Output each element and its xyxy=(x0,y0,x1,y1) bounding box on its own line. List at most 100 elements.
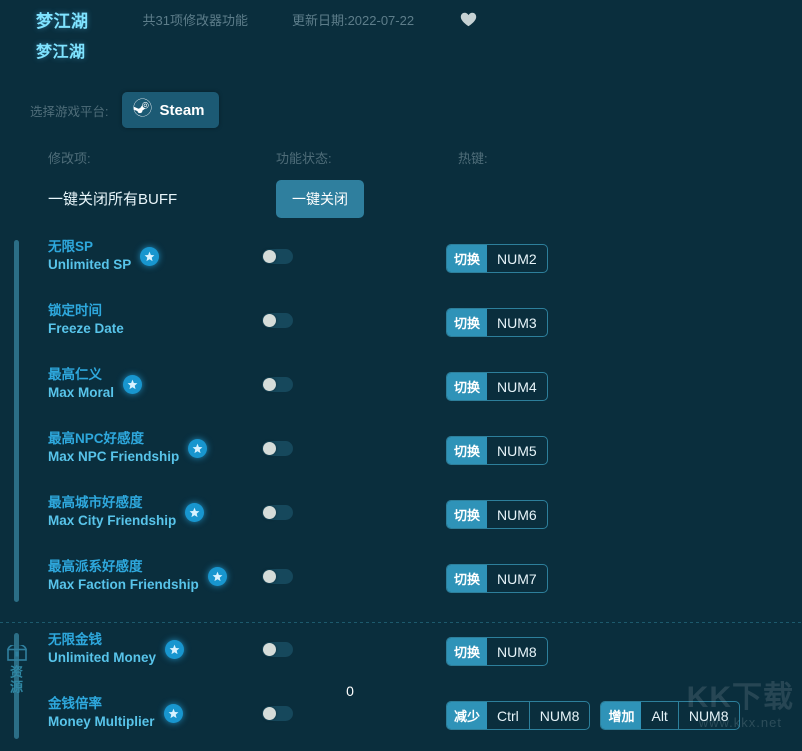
cheat-section: 无限SPUnlimited SP切换NUM2锁定时间Freeze Date切换N… xyxy=(0,230,802,614)
hotkey-group[interactable]: 切换NUM4 xyxy=(446,372,548,401)
hotkey-group[interactable]: 增加AltNUM8 xyxy=(600,701,739,730)
cheat-name-en: Max City Friendship xyxy=(48,512,176,530)
cheat-name-en: Max Moral xyxy=(48,384,114,402)
cheat-name-cn: 最高NPC好感度 xyxy=(48,430,179,448)
steam-icon xyxy=(133,98,152,122)
cheat-name-group: 无限SPUnlimited SP xyxy=(48,238,159,274)
hotkey-action-label[interactable]: 减少 xyxy=(447,702,487,729)
cheat-name-block: 金钱倍率Money Multiplier xyxy=(48,695,155,731)
cheat-name-en: Max NPC Friendship xyxy=(48,448,179,466)
cheat-row: 最高城市好感度Max City Friendship 切换NUM6 xyxy=(0,486,802,550)
game-title-sub: 梦江湖 xyxy=(36,44,86,61)
hotkey-group-list: 切换NUM5 xyxy=(446,436,548,465)
column-header-status: 功能状态: xyxy=(276,148,332,167)
cheat-toggle[interactable] xyxy=(262,569,293,584)
hotkey-action-label[interactable]: 切换 xyxy=(447,501,487,528)
hotkey-key[interactable]: NUM8 xyxy=(487,638,547,665)
column-header-modify: 修改项: xyxy=(48,148,91,167)
cheat-toggle[interactable] xyxy=(262,706,293,721)
hotkey-key[interactable]: Ctrl xyxy=(487,702,529,729)
update-date-text: 更新日期:2022-07-22 xyxy=(292,10,414,29)
hotkey-group-list: 切换NUM6 xyxy=(446,500,548,529)
hotkey-key[interactable]: NUM3 xyxy=(487,309,547,336)
onekey-close-button[interactable]: 一键关闭 xyxy=(276,180,364,218)
cheat-toggle[interactable] xyxy=(262,377,293,392)
hotkey-action-label[interactable]: 切换 xyxy=(447,565,487,592)
cheat-name-block: 最高NPC好感度Max NPC Friendship xyxy=(48,430,179,466)
column-header-hotkey: 热键: xyxy=(458,148,488,167)
cheat-toggle[interactable] xyxy=(262,642,293,657)
cheat-section: 资源无限金钱Unlimited Money切换NUM8金钱倍率Money Mul… xyxy=(0,623,802,751)
cheat-row: 最高派系好感度Max Faction Friendship 切换NUM7 xyxy=(0,550,802,614)
hotkey-group[interactable]: 切换NUM6 xyxy=(446,500,548,529)
subtitle-row: 梦江湖 xyxy=(0,38,802,64)
hotkey-key[interactable]: Alt xyxy=(641,702,677,729)
hotkey-key[interactable]: NUM5 xyxy=(487,437,547,464)
hotkey-group[interactable]: 切换NUM7 xyxy=(446,564,548,593)
cheat-name-block: 最高派系好感度Max Faction Friendship xyxy=(48,558,199,594)
onekey-close-label: 一键关闭所有BUFF xyxy=(48,188,177,209)
cheat-row: 无限金钱Unlimited Money 切换NUM8 xyxy=(0,623,802,687)
cheat-name-group: 锁定时间Freeze Date xyxy=(48,302,124,338)
cheat-name-en: Money Multiplier xyxy=(48,713,155,731)
cheat-toggle[interactable] xyxy=(262,441,293,456)
hotkey-key[interactable]: NUM7 xyxy=(487,565,547,592)
hotkey-group-list: 切换NUM4 xyxy=(446,372,548,401)
feature-count-text: 共31项修改器功能 xyxy=(143,10,248,29)
hotkey-action-label[interactable]: 切换 xyxy=(447,437,487,464)
hotkey-key[interactable]: NUM8 xyxy=(529,702,590,729)
cheat-row: 锁定时间Freeze Date 切换NUM3 xyxy=(0,294,802,358)
app-header: 梦江湖 共31项修改器功能 更新日期:2022-07-22 xyxy=(0,0,802,38)
cheat-name-group: 最高城市好感度Max City Friendship xyxy=(48,494,204,530)
cheat-toggle[interactable] xyxy=(262,313,293,328)
hotkey-group[interactable]: 减少CtrlNUM8 xyxy=(446,701,590,730)
onekey-close-row: 一键关闭所有BUFF 一键关闭 xyxy=(0,178,802,230)
hotkey-action-label[interactable]: 增加 xyxy=(601,702,641,729)
platform-label: 选择游戏平台: xyxy=(30,101,108,120)
cheat-name-cn: 金钱倍率 xyxy=(48,695,155,713)
hotkey-group-list: 减少CtrlNUM8增加AltNUM8 xyxy=(446,701,740,730)
cheat-name-cn: 最高城市好感度 xyxy=(48,494,176,512)
star-icon xyxy=(185,503,204,522)
cheat-name-cn: 锁定时间 xyxy=(48,302,124,320)
hotkey-group[interactable]: 切换NUM3 xyxy=(446,308,548,337)
cheat-value: 0 xyxy=(330,683,370,699)
hotkey-key[interactable]: NUM6 xyxy=(487,501,547,528)
cheat-name-block: 最高仁义Max Moral xyxy=(48,366,114,402)
hotkey-key[interactable]: NUM4 xyxy=(487,373,547,400)
star-icon xyxy=(208,567,227,586)
cheat-row: 最高NPC好感度Max NPC Friendship 切换NUM5 xyxy=(0,422,802,486)
hotkey-group-list: 切换NUM2 xyxy=(446,244,548,273)
cheat-name-en: Freeze Date xyxy=(48,320,124,338)
cheat-name-block: 无限SPUnlimited SP xyxy=(48,238,131,274)
hotkey-action-label[interactable]: 切换 xyxy=(447,638,487,665)
cheat-row: 最高仁义Max Moral 切换NUM4 xyxy=(0,358,802,422)
hotkey-action-label[interactable]: 切换 xyxy=(447,245,487,272)
cheat-name-group: 无限金钱Unlimited Money xyxy=(48,631,184,667)
heart-icon[interactable] xyxy=(460,12,477,27)
platform-steam-button[interactable]: Steam xyxy=(122,92,218,128)
cheat-toggle[interactable] xyxy=(262,249,293,264)
hotkey-group-list: 切换NUM8 xyxy=(446,637,548,666)
cheat-toggle[interactable] xyxy=(262,505,293,520)
cheat-name-group: 最高派系好感度Max Faction Friendship xyxy=(48,558,227,594)
cheat-name-en: Unlimited SP xyxy=(48,256,131,274)
star-icon xyxy=(165,640,184,659)
hotkey-group[interactable]: 切换NUM8 xyxy=(446,637,548,666)
column-headers: 修改项: 功能状态: 热键: xyxy=(0,148,802,178)
cheat-name-cn: 最高派系好感度 xyxy=(48,558,199,576)
hotkey-group[interactable]: 切换NUM5 xyxy=(446,436,548,465)
hotkey-key[interactable]: NUM2 xyxy=(487,245,547,272)
hotkey-key[interactable]: NUM8 xyxy=(678,702,739,729)
star-icon xyxy=(164,704,183,723)
cheat-name-block: 最高城市好感度Max City Friendship xyxy=(48,494,176,530)
steam-label: Steam xyxy=(159,102,204,119)
hotkey-action-label[interactable]: 切换 xyxy=(447,373,487,400)
cheat-name-group: 金钱倍率Money Multiplier xyxy=(48,695,183,731)
hotkey-group[interactable]: 切换NUM2 xyxy=(446,244,548,273)
hotkey-group-list: 切换NUM3 xyxy=(446,308,548,337)
cheat-name-block: 锁定时间Freeze Date xyxy=(48,302,124,338)
cheat-name-group: 最高仁义Max Moral xyxy=(48,366,142,402)
hotkey-action-label[interactable]: 切换 xyxy=(447,309,487,336)
cheat-name-en: Unlimited Money xyxy=(48,649,156,667)
